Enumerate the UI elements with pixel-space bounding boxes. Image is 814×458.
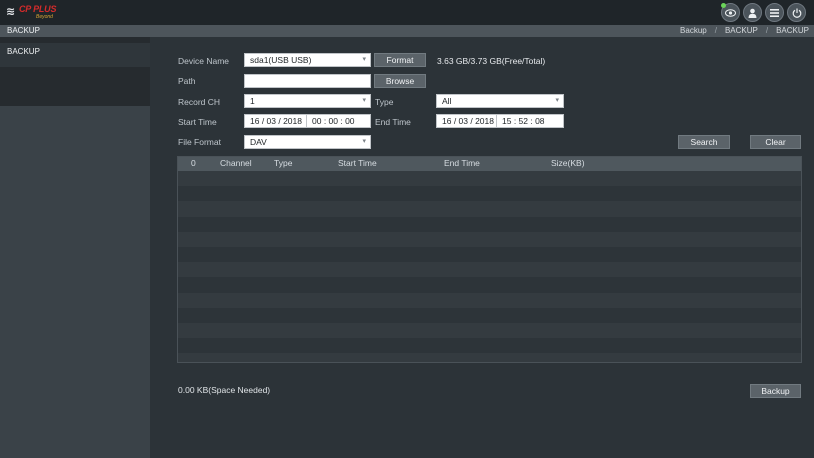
storage-info: 3.63 GB/3.73 GB(Free/Total) bbox=[437, 56, 546, 66]
backup-button[interactable]: Backup bbox=[750, 384, 801, 398]
table-row bbox=[178, 277, 801, 293]
path-label: Path bbox=[178, 76, 196, 86]
select-all-column[interactable]: 0 bbox=[191, 158, 196, 168]
brand-name: CP PLUS bbox=[19, 4, 57, 14]
table-row bbox=[178, 246, 801, 263]
format-button[interactable]: Format bbox=[374, 53, 426, 67]
start-time-value[interactable]: 00 : 00 : 00 bbox=[307, 115, 355, 127]
device-name-value: sda1(USB USB) bbox=[250, 55, 312, 65]
type-label: Type bbox=[375, 97, 394, 107]
type-value: All bbox=[442, 96, 452, 106]
breadcrumb: Backup / BACKUP / BACKUP bbox=[680, 26, 809, 35]
brand-tagline: Beyond bbox=[36, 14, 53, 20]
breadcrumb-separator: / bbox=[765, 26, 769, 35]
device-name-select[interactable]: sda1(USB USB) bbox=[244, 53, 371, 67]
breadcrumb-separator: / bbox=[714, 26, 717, 35]
breadcrumb-item[interactable]: BACKUP bbox=[725, 26, 758, 35]
table-row bbox=[178, 322, 801, 339]
table-row bbox=[178, 186, 801, 202]
column-end-time: End Time bbox=[444, 158, 480, 168]
record-ch-label: Record CH bbox=[178, 97, 221, 107]
start-time-picker[interactable]: 16 / 03 / 2018 00 : 00 : 00 bbox=[244, 114, 371, 128]
sidebar-panel bbox=[0, 106, 150, 458]
main-panel: Device Name sda1(USB USB) Format 3.63 GB… bbox=[150, 37, 814, 458]
logo-mark-icon: ≋ bbox=[6, 6, 15, 18]
user-icon[interactable] bbox=[743, 3, 762, 22]
power-icon[interactable] bbox=[787, 3, 806, 22]
title-bar: BACKUP Backup / BACKUP / BACKUP bbox=[0, 25, 814, 37]
file-format-label: File Format bbox=[178, 137, 221, 147]
table-row bbox=[178, 201, 801, 217]
table-row bbox=[178, 292, 801, 308]
clear-button[interactable]: Clear bbox=[750, 135, 801, 149]
sidebar-item-backup[interactable]: BACKUP bbox=[0, 43, 150, 67]
brand-logo: ≋ CP PLUS Beyond bbox=[6, 3, 62, 22]
browse-button[interactable]: Browse bbox=[374, 74, 426, 88]
table-body bbox=[178, 171, 801, 362]
space-needed-text: 0.00 KB(Space Needed) bbox=[178, 385, 271, 395]
file-format-select[interactable]: DAV bbox=[244, 135, 371, 149]
record-ch-value: 1 bbox=[250, 96, 255, 106]
table-row bbox=[178, 262, 801, 278]
end-time-label: End Time bbox=[375, 117, 411, 127]
breadcrumb-item: BACKUP bbox=[776, 26, 809, 35]
column-channel: Channel bbox=[220, 158, 252, 168]
column-start-time: Start Time bbox=[338, 158, 377, 168]
breadcrumb-item[interactable]: Backup bbox=[680, 26, 707, 35]
table-row bbox=[178, 307, 801, 323]
top-icon-group bbox=[721, 3, 806, 22]
end-time-picker[interactable]: 16 / 03 / 2018 15 : 52 : 08 bbox=[436, 114, 564, 128]
type-select[interactable]: All bbox=[436, 94, 564, 108]
top-bar: ≋ CP PLUS Beyond bbox=[0, 0, 814, 25]
end-time-value[interactable]: 15 : 52 : 08 bbox=[497, 115, 545, 127]
start-time-label: Start Time bbox=[178, 117, 217, 127]
column-size: Size(KB) bbox=[551, 158, 585, 168]
notification-dot bbox=[721, 3, 726, 8]
device-name-label: Device Name bbox=[178, 56, 230, 66]
end-date-value[interactable]: 16 / 03 / 2018 bbox=[437, 115, 496, 127]
table-row bbox=[178, 216, 801, 232]
page-title: BACKUP bbox=[7, 26, 40, 35]
record-ch-select[interactable]: 1 bbox=[244, 94, 371, 108]
path-input[interactable] bbox=[244, 74, 371, 88]
sidebar: BACKUP bbox=[0, 37, 150, 458]
table-row bbox=[178, 171, 801, 187]
column-type: Type bbox=[274, 158, 293, 168]
results-table: 0 Channel Type Start Time End Time Size(… bbox=[177, 156, 802, 363]
table-row bbox=[178, 353, 801, 362]
search-button[interactable]: Search bbox=[678, 135, 730, 149]
table-row bbox=[178, 231, 801, 247]
file-format-value: DAV bbox=[250, 137, 267, 147]
table-row bbox=[178, 338, 801, 354]
menu-icon[interactable] bbox=[765, 3, 784, 22]
start-date-value[interactable]: 16 / 03 / 2018 bbox=[245, 115, 306, 127]
eye-icon[interactable] bbox=[721, 3, 740, 22]
table-header: 0 Channel Type Start Time End Time Size(… bbox=[178, 157, 801, 171]
